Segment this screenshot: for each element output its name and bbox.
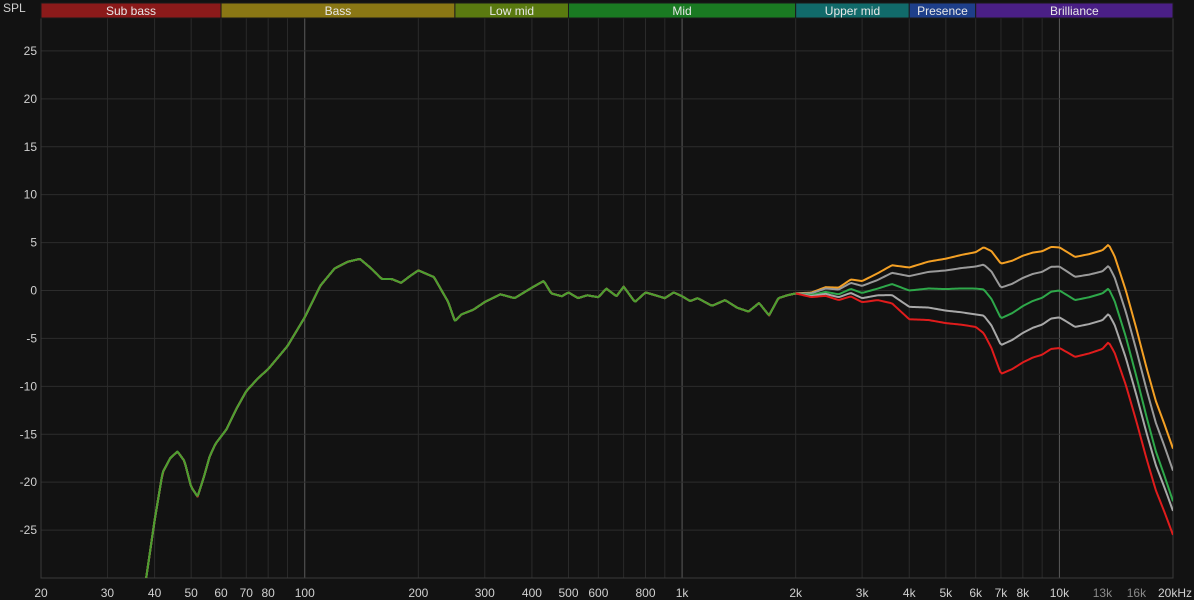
band-label: Mid (672, 4, 691, 18)
x-tick-label: 2k (789, 586, 803, 600)
band-label: Bass (325, 4, 352, 18)
x-tick-label: 200 (408, 586, 428, 600)
y-tick-label: 25 (24, 44, 38, 58)
y-tick-label: 0 (30, 284, 37, 298)
x-tick-label: 7k (995, 586, 1009, 600)
y-tick-label: -25 (20, 523, 38, 537)
x-tick-label: 50 (184, 586, 198, 600)
y-tick-label: 20 (24, 92, 38, 106)
band-label: Presence (917, 4, 968, 18)
x-tick-label: 400 (522, 586, 542, 600)
y-tick-label: -5 (26, 331, 37, 345)
y-axis-title: SPL (3, 1, 26, 15)
x-tick-label: 5k (939, 586, 953, 600)
x-tick-label: 1k (676, 586, 690, 600)
x-tick-label: 8k (1017, 586, 1031, 600)
x-tick-label: 60 (214, 586, 228, 600)
x-tick-label: 70 (240, 586, 254, 600)
band-label: Brilliance (1050, 4, 1099, 18)
x-tick-label: 10k (1050, 586, 1070, 600)
y-tick-label: 15 (24, 140, 38, 154)
x-tick-label: 16k (1127, 586, 1147, 600)
y-tick-label: -15 (20, 427, 38, 441)
x-tick-label: 800 (635, 586, 655, 600)
x-tick-label: 20 (34, 586, 48, 600)
band-label: Low mid (489, 4, 534, 18)
x-tick-label: 80 (261, 586, 275, 600)
x-tick-label: 500 (558, 586, 578, 600)
band-label: Upper mid (825, 4, 880, 18)
frequency-response-chart: Sub bass Bass Low mid Mid Upper mid Presence B… (0, 0, 1194, 600)
frequency-band-bar: Sub bass Bass Low mid Mid Upper mid Presence B… (40, 2, 1174, 19)
y-tick-label: -20 (20, 475, 38, 489)
x-tick-label: 600 (588, 586, 608, 600)
x-tick-label: 100 (295, 586, 315, 600)
plot-background (0, 0, 1194, 600)
x-tick-label: 300 (475, 586, 495, 600)
x-tick-label: 6k (969, 586, 983, 600)
y-tick-label: -10 (20, 379, 38, 393)
x-tick-label: 4k (903, 586, 917, 600)
x-tick-label: 13k (1093, 586, 1113, 600)
x-tick-label: 30 (101, 586, 115, 600)
x-tick-label: 3k (856, 586, 870, 600)
x-tick-label: 20kHz (1158, 586, 1192, 600)
x-tick-label: 40 (148, 586, 162, 600)
band-label: Sub bass (106, 4, 156, 18)
y-tick-label: 5 (30, 236, 37, 250)
y-tick-label: 10 (24, 188, 38, 202)
